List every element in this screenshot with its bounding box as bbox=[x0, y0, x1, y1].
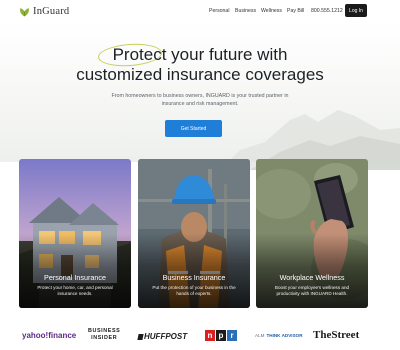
thestreet-logo: TheStreet bbox=[313, 329, 360, 341]
think-advisor-logo: ALM THINK ADVISOR bbox=[255, 333, 303, 338]
npr-letter-r: r bbox=[227, 330, 237, 341]
card-description: Protect your home, car, and personal ins… bbox=[37, 285, 113, 296]
huffpost-mark bbox=[137, 333, 144, 340]
huffpost-logo: HUFFPOST bbox=[137, 332, 188, 341]
nav-link-business[interactable]: Business bbox=[235, 8, 256, 14]
business-insider-line1: BUSINESS bbox=[88, 328, 121, 334]
npr-logo: n p r bbox=[205, 330, 237, 341]
card-business-insurance[interactable]: Business Insurance Put the protection of… bbox=[138, 159, 250, 308]
hero-headline: Protect your future with customized insu… bbox=[0, 45, 400, 85]
business-insider-line2: INSIDER bbox=[91, 335, 118, 341]
card-title: Workplace Wellness bbox=[279, 273, 345, 282]
hero-subtext: From homeowners to business owners, INGU… bbox=[111, 93, 289, 107]
npr-letter-p: p bbox=[216, 330, 226, 341]
card-title: Business Insurance bbox=[162, 273, 226, 282]
top-navigation: InGuard Personal Business Wellness Pay B… bbox=[0, 0, 400, 22]
card-personal-insurance[interactable]: Personal Insurance Protect your home, ca… bbox=[19, 159, 131, 308]
brand-name: InGuard bbox=[33, 6, 70, 17]
headline-line1-rest: your future with bbox=[166, 45, 288, 64]
yahoo-finance-logo: yahoo!finance bbox=[22, 331, 77, 340]
nav-link-personal[interactable]: Personal bbox=[209, 8, 229, 14]
get-started-button[interactable]: Get Started bbox=[165, 120, 222, 137]
think-advisor-text: THINK ADVISOR bbox=[266, 333, 303, 338]
npr-letter-n: n bbox=[205, 330, 215, 341]
nav-link-wellness[interactable]: Wellness bbox=[261, 8, 282, 14]
nav-phone-link[interactable]: 800.555.1212 bbox=[311, 8, 343, 14]
brand-logo[interactable]: InGuard bbox=[19, 6, 69, 17]
card-description: Boost your employee's wellness and produ… bbox=[274, 285, 350, 296]
login-button[interactable]: Log In bbox=[345, 4, 367, 17]
card-title: Personal Insurance bbox=[44, 273, 106, 282]
leaf-logo-icon bbox=[20, 7, 29, 16]
headline-line2: customized insurance coverages bbox=[76, 65, 324, 84]
business-insider-logo: BUSINESS INSIDER bbox=[88, 328, 120, 342]
headline-highlight-word: Protect bbox=[112, 45, 167, 64]
card-workplace-wellness[interactable]: Workplace Wellness Boost your employee's… bbox=[256, 159, 368, 308]
huffpost-text: HUFFPOST bbox=[144, 332, 188, 341]
nav-link-pay-bill[interactable]: Pay Bill bbox=[287, 8, 304, 14]
card-description: Put the protection of your business in t… bbox=[152, 285, 236, 296]
alm-prefix: ALM bbox=[255, 333, 265, 338]
